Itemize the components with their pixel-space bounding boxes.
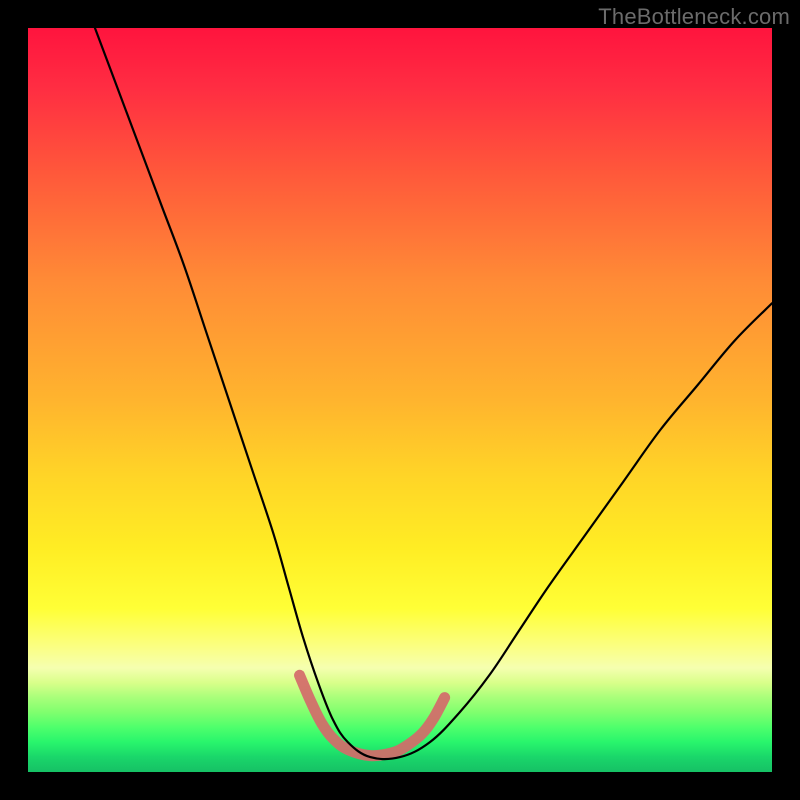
chart-svg — [28, 28, 772, 772]
chart-frame: TheBottleneck.com — [0, 0, 800, 800]
watermark-text: TheBottleneck.com — [598, 4, 790, 30]
valley-highlight-path — [300, 675, 445, 755]
bottleneck-curve-path — [95, 28, 772, 759]
